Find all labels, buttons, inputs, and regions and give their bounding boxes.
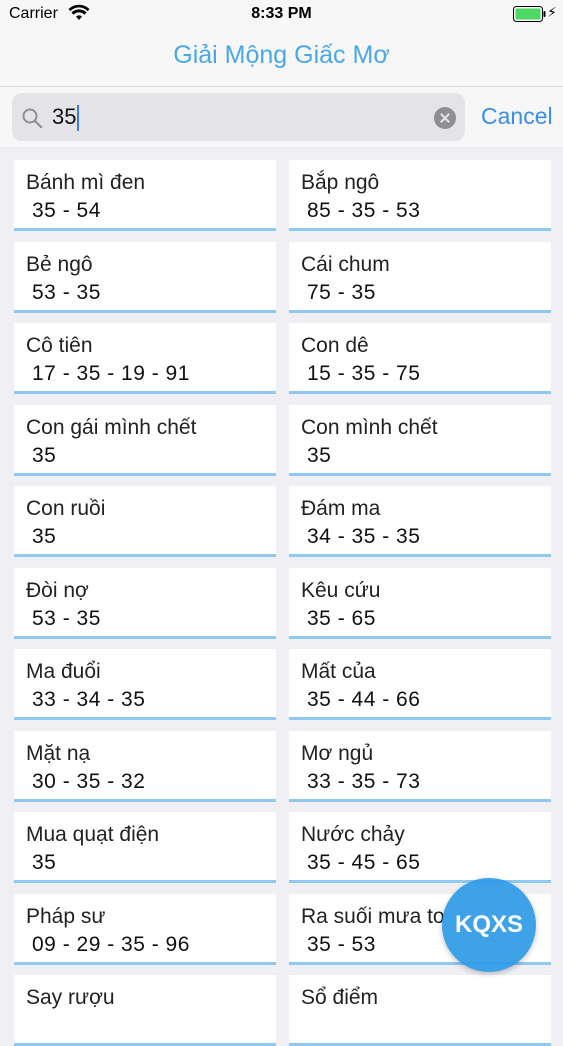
result-name: Kêu cứu xyxy=(301,578,381,602)
result-numbers: 35 - 65 xyxy=(307,606,376,630)
result-name: Mơ ngủ xyxy=(301,741,374,765)
search-input[interactable]: 35 xyxy=(52,93,80,141)
result-numbers: 33 - 35 - 73 xyxy=(307,769,421,793)
result-numbers: 35 - 44 - 66 xyxy=(307,688,421,711)
result-name: Sổ điểm xyxy=(301,986,379,1009)
result-name: Ra suối mưa to xyxy=(301,904,445,928)
result-name: Con gái mình chết xyxy=(26,415,197,439)
result-numbers: 09 - 29 - 35 - 96 xyxy=(32,932,190,956)
result-card[interactable]: Mất của 35 - 44 - 66 xyxy=(289,649,551,720)
result-numbers: 15 - 35 - 75 xyxy=(307,362,421,385)
search-input-value: 35 xyxy=(52,104,77,129)
charging-icon: ⚡ xyxy=(547,4,557,20)
result-name: Con dê xyxy=(301,334,369,357)
text-caret xyxy=(77,105,80,132)
result-name: Ma đuổi xyxy=(26,660,101,683)
result-numbers: 35 xyxy=(32,851,57,874)
result-card[interactable]: Con mình chết 35 xyxy=(289,404,551,476)
result-numbers: 53 - 35 xyxy=(32,606,101,630)
result-name: Say rượu xyxy=(26,986,115,1009)
result-numbers: 35 - 54 xyxy=(32,199,101,222)
result-numbers: 30 - 35 - 32 xyxy=(32,769,146,793)
result-name: Nước chảy xyxy=(301,823,405,846)
result-name: Mặt nạ xyxy=(26,741,91,765)
cancel-button[interactable]: Cancel xyxy=(481,103,553,130)
result-card[interactable]: Cái chum 75 - 35 xyxy=(289,241,551,313)
result-card[interactable]: Con ruồi 35 xyxy=(14,486,276,557)
result-card[interactable]: Bẻ ngô 53 - 35 xyxy=(14,241,276,313)
result-name: Pháp sư xyxy=(26,904,106,928)
result-card[interactable]: Cô tiên 17 - 35 - 19 - 91 xyxy=(14,323,276,394)
result-numbers: 33 - 34 - 35 xyxy=(32,688,146,711)
result-card[interactable]: Pháp sư 09 - 29 - 35 - 96 xyxy=(14,893,276,965)
result-name: Mất của xyxy=(301,660,376,683)
result-name: Bẻ ngô xyxy=(26,252,93,276)
result-name: Đòi nợ xyxy=(26,578,89,602)
page-title: Giải Mộng Giấc Mơ xyxy=(173,41,390,69)
result-numbers: 85 - 35 - 53 xyxy=(307,199,421,222)
result-card[interactable]: Nước chảy 35 - 45 - 65 xyxy=(289,812,551,883)
result-card[interactable]: Mơ ngủ 33 - 35 - 73 xyxy=(289,730,551,802)
clear-search-icon[interactable] xyxy=(434,107,456,129)
result-numbers: 34 - 35 - 35 xyxy=(307,525,421,548)
status-bar: Carrier 8:33 PM ⚡ xyxy=(0,0,563,30)
result-name: Đám ma xyxy=(301,497,381,520)
status-time: 8:33 PM xyxy=(251,5,312,22)
result-numbers: 35 - 45 - 65 xyxy=(307,851,421,874)
search-bar: 35 Cancel xyxy=(0,87,563,147)
result-card[interactable]: Sổ điểm xyxy=(289,975,551,1046)
result-name: Cô tiên xyxy=(26,334,93,357)
result-card[interactable]: Đám ma 34 - 35 - 35 xyxy=(289,486,551,557)
result-card[interactable]: Con dê 15 - 35 - 75 xyxy=(289,323,551,394)
result-card[interactable]: Kêu cứu 35 - 65 xyxy=(289,567,551,639)
result-numbers: 35 - 53 xyxy=(307,932,376,956)
battery-icon xyxy=(513,6,546,22)
result-numbers: 35 xyxy=(307,443,332,467)
search-icon xyxy=(22,108,43,129)
kqxs-button[interactable]: KQXS xyxy=(442,878,536,972)
result-name: Bắp ngô xyxy=(301,171,380,194)
result-card[interactable]: Say rượu xyxy=(14,975,276,1046)
result-name: Con mình chết xyxy=(301,415,438,439)
result-name: Con ruồi xyxy=(26,497,106,520)
result-numbers: 75 - 35 xyxy=(307,280,376,304)
result-card[interactable]: Bánh mì đen 35 - 54 xyxy=(14,160,276,231)
result-name: Bánh mì đen xyxy=(26,171,146,194)
result-card[interactable]: Mặt nạ 30 - 35 - 32 xyxy=(14,730,276,802)
result-numbers: 53 - 35 xyxy=(32,280,101,304)
result-card[interactable]: Mua quạt điện 35 xyxy=(14,812,276,883)
result-numbers: 35 xyxy=(32,443,57,467)
result-card[interactable]: Con gái mình chết 35 xyxy=(14,404,276,476)
search-field[interactable]: 35 xyxy=(12,93,465,141)
result-numbers: 35 xyxy=(32,525,57,548)
result-numbers: 17 - 35 - 19 - 91 xyxy=(32,362,190,385)
navigation-bar: Giải Mộng Giấc Mơ xyxy=(0,30,563,86)
result-card[interactable]: Bắp ngô 85 - 35 - 53 xyxy=(289,160,551,231)
result-name: Mua quạt điện xyxy=(26,823,160,846)
result-name: Cái chum xyxy=(301,252,390,276)
result-card[interactable]: Ma đuổi 33 - 34 - 35 xyxy=(14,649,276,720)
result-card[interactable]: Đòi nợ 53 - 35 xyxy=(14,567,276,639)
